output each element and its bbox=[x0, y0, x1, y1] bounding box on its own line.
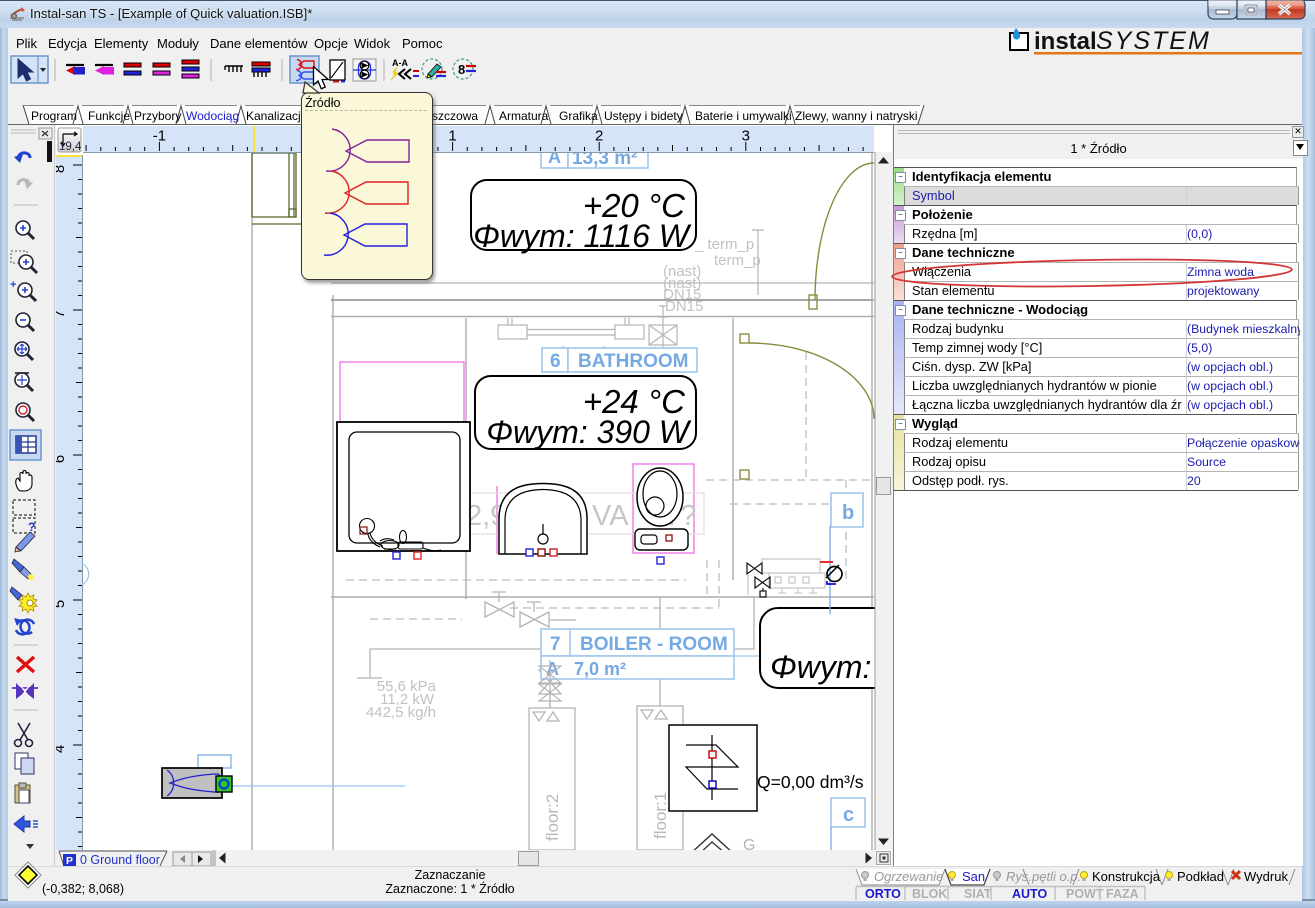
svg-text:floor:1: floor:1 bbox=[651, 792, 670, 839]
svg-text:6: 6 bbox=[550, 351, 561, 372]
svg-text:SIAT: SIAT bbox=[964, 887, 992, 901]
svg-text:6: 6 bbox=[56, 455, 68, 463]
svg-text:Funkcje: Funkcje bbox=[88, 109, 130, 123]
svg-text:POWT: POWT bbox=[1066, 887, 1104, 901]
svg-text:Wodociąg: Wodociąg bbox=[186, 109, 239, 123]
svg-text:SYSTEM: SYSTEM bbox=[1096, 27, 1211, 55]
svg-text:1: 1 bbox=[448, 128, 456, 145]
svg-text:7,0 m²: 7,0 m² bbox=[574, 659, 626, 679]
svg-text:-1: -1 bbox=[153, 128, 166, 145]
svg-text:4: 4 bbox=[56, 745, 68, 753]
svg-text:Zlewy, wanny i natryski: Zlewy, wanny i natryski bbox=[795, 109, 917, 123]
svg-text:San: San bbox=[962, 869, 985, 884]
svg-text:Wydruk: Wydruk bbox=[1244, 869, 1288, 884]
svg-text:Ustępy i bidety: Ustępy i bidety bbox=[604, 109, 683, 123]
svg-text:Ogrzewanie: Ogrzewanie bbox=[874, 869, 943, 884]
svg-text:?: ? bbox=[28, 520, 35, 534]
svg-text:Podkład: Podkład bbox=[1177, 869, 1224, 884]
svg-text:7: 7 bbox=[550, 634, 561, 655]
svg-text:19,4: 19,4 bbox=[59, 141, 82, 153]
svg-text:Baterie i umywalki: Baterie i umywalki bbox=[695, 109, 792, 123]
svg-text:Φwym: 390 W: Φwym: 390 W bbox=[486, 414, 692, 450]
svg-text:DN15: DN15 bbox=[665, 298, 703, 315]
svg-text:ORTO: ORTO bbox=[865, 887, 901, 901]
svg-text:8: 8 bbox=[458, 62, 465, 77]
svg-text:Rys.pętli o.p.: Rys.pętli o.p. bbox=[1006, 869, 1081, 884]
svg-text:b: b bbox=[842, 502, 854, 524]
svg-text:442,5 kg/h: 442,5 kg/h bbox=[366, 704, 436, 721]
svg-text:0 Ground floor: 0 Ground floor bbox=[80, 853, 160, 866]
svg-text:AUTO: AUTO bbox=[1012, 887, 1047, 901]
svg-text:2: 2 bbox=[595, 128, 603, 145]
svg-text:7: 7 bbox=[56, 310, 68, 318]
svg-text:Grafika: Grafika bbox=[559, 109, 598, 123]
svg-text:5: 5 bbox=[56, 600, 68, 608]
svg-text:term_p: term_p bbox=[714, 252, 761, 269]
svg-text:BATHROOM: BATHROOM bbox=[578, 351, 688, 372]
svg-text:floor:2: floor:2 bbox=[543, 794, 562, 841]
svg-text:c: c bbox=[843, 804, 854, 826]
svg-text:A-A: A-A bbox=[392, 58, 408, 68]
svg-text:VA: VA bbox=[592, 500, 629, 532]
svg-text:_ term_p: _ term_p bbox=[694, 236, 754, 253]
svg-text:instal: instal bbox=[1034, 28, 1097, 55]
svg-text:Φwym: 1116 W: Φwym: 1116 W bbox=[473, 218, 692, 254]
svg-text:P: P bbox=[66, 855, 73, 866]
svg-text:Φwym:: Φwym: bbox=[770, 649, 871, 685]
svg-text:8: 8 bbox=[56, 165, 68, 173]
svg-text:+: + bbox=[10, 279, 16, 291]
svg-text:3: 3 bbox=[742, 128, 750, 145]
svg-text:BLOK: BLOK bbox=[912, 887, 947, 901]
svg-text:Przybory: Przybory bbox=[134, 109, 181, 123]
svg-text:Q=0,00 dm³/s: Q=0,00 dm³/s bbox=[757, 772, 864, 792]
svg-text:BOILER - ROOM: BOILER - ROOM bbox=[580, 634, 728, 655]
svg-text:Armatura: Armatura bbox=[499, 109, 549, 123]
svg-text:FAZA: FAZA bbox=[1106, 887, 1139, 901]
svg-text:Konstrukcja: Konstrukcja bbox=[1092, 869, 1161, 884]
svg-text:Program: Program bbox=[31, 109, 77, 123]
